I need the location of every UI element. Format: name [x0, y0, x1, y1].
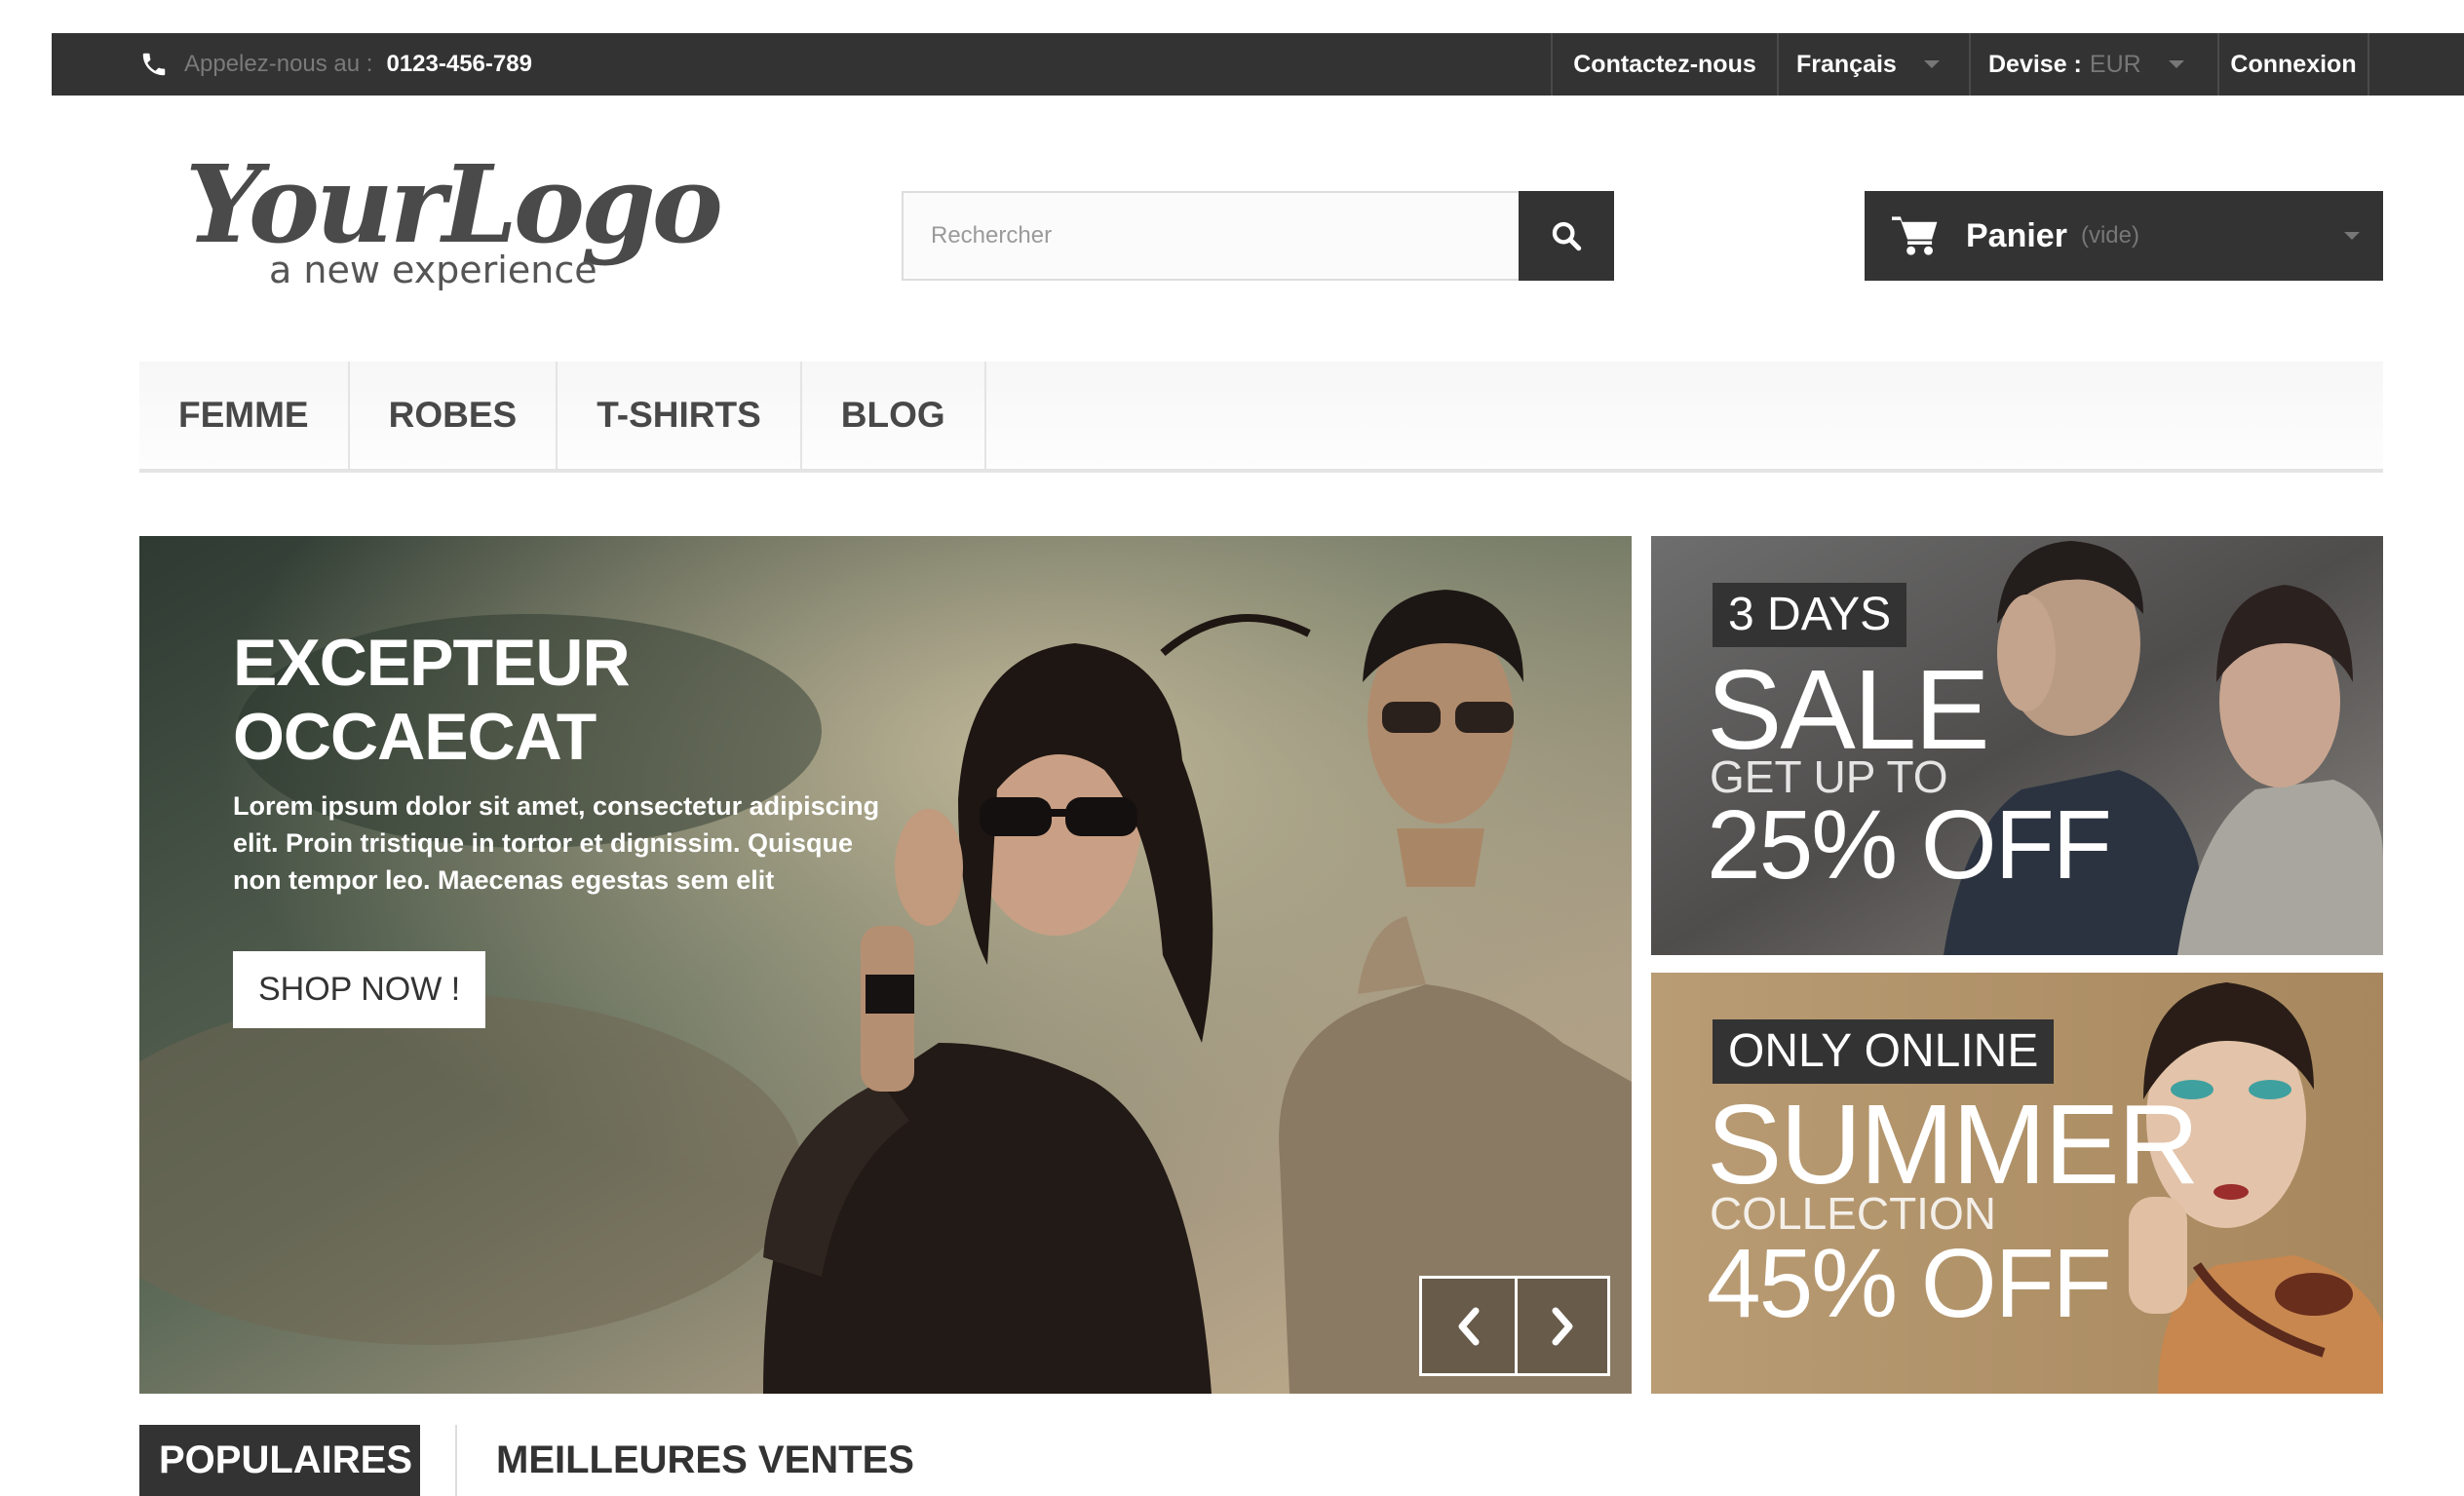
phone-icon — [137, 48, 171, 81]
slide-title-line2: OCCAECAT — [233, 700, 597, 774]
menu-item-tshirts[interactable]: T-SHIRTS — [558, 362, 802, 469]
sale-banner[interactable]: 3 DAYS SALE GET UP TO 25% OFF — [1651, 536, 2383, 955]
slide-caption: EXCEPTEUR OCCAECAT Lorem ipsum dolor sit… — [233, 626, 915, 1028]
sale-offer: 25% OFF — [1707, 790, 2112, 900]
search-button[interactable] — [1519, 191, 1614, 281]
phone-label: Appelez-nous au : — [184, 51, 373, 77]
chevron-down-icon — [1923, 60, 1940, 68]
login-label: Connexion — [2230, 50, 2357, 78]
chevron-down-icon — [2344, 232, 2360, 240]
logo-tagline: a new experience — [269, 249, 597, 291]
top-bar-spacer — [2368, 33, 2464, 96]
summer-offer: 45% OFF — [1707, 1229, 2112, 1338]
chevron-left-icon — [1458, 1307, 1479, 1345]
search-input[interactable] — [902, 191, 1519, 281]
slider-navigation — [1419, 1276, 1610, 1376]
slide-description: Lorem ipsum dolor sit amet, consectetur … — [233, 791, 880, 895]
language-selector[interactable]: Français — [1777, 33, 1969, 96]
menu-item-blog[interactable]: BLOG — [802, 362, 986, 469]
slide-title-line1: EXCEPTEUR — [233, 626, 631, 700]
sale-title: SALE — [1707, 646, 1990, 773]
chevron-right-icon — [1552, 1307, 1573, 1345]
cart-icon — [1892, 216, 1938, 255]
homepage-slider: EXCEPTEUR OCCAECAT Lorem ipsum dolor sit… — [139, 536, 1632, 1394]
product-tabs: POPULAIRES MEILLEURES VENTES — [139, 1425, 934, 1496]
cart-button[interactable]: Panier (vide) — [1865, 191, 2383, 281]
contact-link[interactable]: Contactez-nous — [1551, 33, 1777, 96]
contact-label: Contactez-nous — [1573, 50, 1756, 78]
shop-now-button[interactable]: SHOP NOW ! — [233, 951, 486, 1028]
phone-info: Appelez-nous au : 0123-456-789 — [137, 33, 532, 96]
slider-next-button[interactable] — [1515, 1279, 1607, 1373]
top-bar-links: Contactez-nous Français Devise : EUR Con… — [1551, 33, 2464, 96]
sale-badge: 3 DAYS — [1713, 583, 1907, 647]
login-link[interactable]: Connexion — [2217, 33, 2368, 96]
chevron-down-icon — [2168, 60, 2184, 68]
tab-meilleures-ventes[interactable]: MEILLEURES VENTES — [455, 1425, 934, 1496]
site-logo[interactable]: YourLogo a new experience — [185, 136, 731, 302]
menu-item-femme[interactable]: FEMME — [139, 362, 350, 469]
summer-banner[interactable]: ONLY ONLINE SUMMER COLLECTION 45% OFF — [1651, 973, 2383, 1394]
currency-selector[interactable]: Devise : EUR — [1969, 33, 2217, 96]
slide-title: EXCEPTEUR OCCAECAT — [233, 626, 915, 774]
tab-populaires[interactable]: POPULAIRES — [139, 1425, 420, 1496]
currency-value: EUR — [2089, 50, 2141, 78]
cart-label: Panier — [1966, 216, 2067, 254]
online-badge: ONLY ONLINE — [1713, 1019, 2055, 1084]
slider-prev-button[interactable] — [1422, 1279, 1515, 1373]
top-bar: Appelez-nous au : 0123-456-789 Contactez… — [52, 33, 2464, 96]
language-label: Français — [1796, 50, 1897, 78]
currency-label: Devise : — [1988, 50, 2082, 78]
summer-title: SUMMER — [1707, 1081, 2200, 1208]
main-menu: FEMME ROBES T-SHIRTS BLOG — [139, 362, 2383, 473]
search-bar — [902, 191, 1614, 281]
search-icon — [1552, 221, 1582, 251]
cart-status: (vide) — [2080, 222, 2139, 249]
menu-item-robes[interactable]: ROBES — [350, 362, 558, 469]
phone-number: 0123-456-789 — [386, 51, 532, 77]
